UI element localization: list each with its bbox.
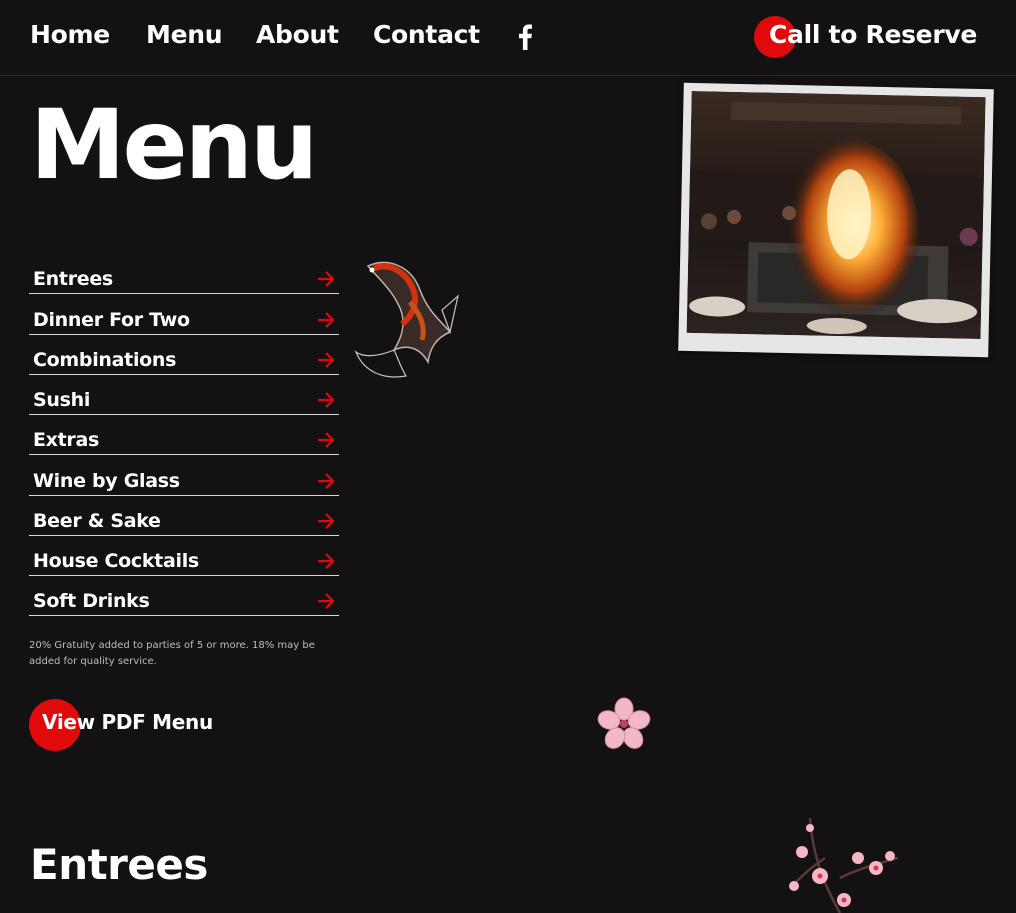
arrow-right-icon: [318, 351, 335, 368]
restaurant-photo: [678, 82, 994, 358]
menu-item-house-cocktails[interactable]: House Cocktails: [29, 536, 339, 576]
top-navigation: Home Menu About Contact Call to Reserve: [0, 0, 1016, 76]
gratuity-note: 20% Gratuity added to parties of 5 or mo…: [29, 640, 315, 667]
menu-item-label: Entrees: [33, 268, 113, 291]
reserve-label: Call to Reserve: [769, 20, 978, 49]
menu-item-entrees[interactable]: Entrees: [29, 254, 339, 295]
view-pdf-menu-button[interactable]: View PDF Menu: [29, 699, 229, 751]
menu-item-combinations[interactable]: Combinations: [29, 335, 339, 375]
arrow-right-icon: [318, 311, 335, 328]
menu-item-extras[interactable]: Extras: [29, 415, 339, 456]
nav-menu-link[interactable]: Menu: [146, 20, 223, 49]
menu-item-label: Beer & Sake: [33, 509, 161, 532]
menu-item-label: Wine by Glass: [33, 469, 180, 492]
menu-item-label: Soft Drinks: [33, 590, 150, 613]
arrow-right-icon: [318, 392, 335, 408]
arrow-right-icon: [318, 593, 335, 610]
nav-contact-link[interactable]: Contact: [373, 20, 480, 49]
call-to-reserve-button[interactable]: Call to Reserve: [754, 16, 994, 60]
menu-item-beer-and-sake[interactable]: Beer & Sake: [29, 496, 339, 536]
pdf-button-label: View PDF Menu: [42, 710, 213, 734]
nav-home-link[interactable]: Home: [30, 20, 110, 49]
arrow-right-icon: [318, 553, 335, 569]
menu-item-dinner-for-two[interactable]: Dinner For Two: [29, 294, 339, 335]
nav-about-link[interactable]: About: [256, 20, 339, 49]
teppanyaki-flame-photo: [686, 90, 986, 340]
arrow-right-icon: [318, 271, 335, 288]
cherry-blossom-branch-illustration: [789, 818, 899, 913]
cherry-blossom-illustration: [597, 697, 651, 749]
menu-item-label: Extras: [33, 429, 100, 452]
menu-item-label: Dinner For Two: [33, 308, 190, 331]
menu-category-list: Entrees Dinner For Two Combinations Sush…: [29, 254, 339, 617]
menu-item-label: House Cocktails: [33, 550, 199, 572]
section-title-entrees: Entrees: [30, 840, 208, 889]
page-title: Menu: [30, 89, 318, 201]
menu-item-label: Combinations: [33, 348, 177, 371]
menu-item-sushi[interactable]: Sushi: [29, 375, 339, 415]
facebook-icon[interactable]: [517, 24, 533, 50]
arrow-right-icon: [318, 472, 335, 489]
menu-item-label: Sushi: [33, 389, 91, 411]
arrow-right-icon: [318, 432, 335, 449]
arrow-right-icon: [318, 512, 335, 529]
koi-fish-illustration: [354, 261, 459, 378]
menu-item-wine-by-glass[interactable]: Wine by Glass: [29, 455, 339, 496]
menu-item-soft-drinks[interactable]: Soft Drinks: [29, 576, 339, 617]
